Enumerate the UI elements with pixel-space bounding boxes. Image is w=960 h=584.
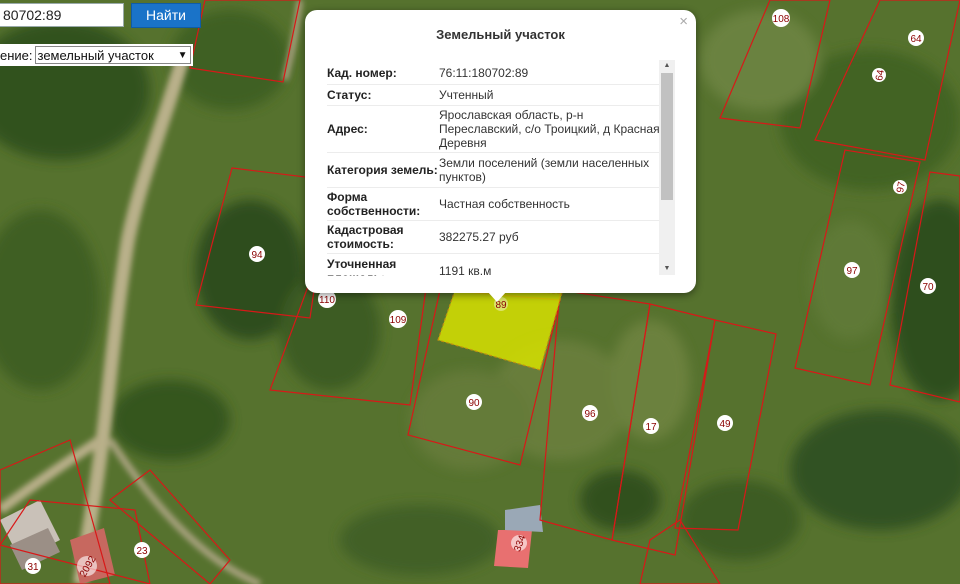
svg-text:96: 96 (584, 409, 596, 420)
parcel-label-49[interactable]: 49 (717, 415, 733, 431)
svg-text:31: 31 (27, 562, 39, 573)
popup-pointer (487, 291, 507, 302)
attr-row: Кад. номер: 76:11:180702:89 (327, 62, 663, 85)
attr-value: Земли поселений (земли населенных пункто… (439, 156, 650, 184)
scroll-up-arrow-icon[interactable]: ▲ (659, 60, 675, 72)
svg-text:23: 23 (136, 546, 148, 557)
popup-title: Земельный участок (436, 27, 565, 42)
attr-row: Форма собственности: Частная собственнос… (327, 188, 663, 221)
scroll-thumb[interactable] (661, 73, 673, 200)
attr-value: Ярославская область, р-н Переславский, с… (439, 108, 660, 150)
layer-select-value: земельный участок (37, 47, 154, 63)
attr-value: 1191 кв.м (439, 264, 492, 276)
popup-attributes-table: Кад. номер: 76:11:180702:89 Статус: Учте… (327, 62, 663, 276)
parcel-label-70[interactable]: 70 (920, 278, 936, 294)
parcel-label-64[interactable]: 64 (908, 30, 924, 46)
attr-value: Частная собственность (439, 197, 570, 211)
attr-key: Кад. номер: (327, 66, 397, 80)
svg-text:109: 109 (390, 315, 407, 326)
attr-row: Кадастровая стоимость: 382275.27 руб (327, 221, 663, 254)
attr-key: Адрес: (327, 122, 368, 136)
attr-row: Категория земель: Земли поселений (земли… (327, 153, 663, 188)
attr-row: Адрес: Ярославская область, р-н Переслав… (327, 106, 663, 153)
svg-text:110: 110 (319, 295, 335, 306)
svg-text:97: 97 (846, 266, 858, 277)
attr-value: 76:11:180702:89 (439, 66, 529, 80)
layer-selector: ение: земельный участок ▼ (0, 44, 193, 66)
cadastral-search-input[interactable] (0, 3, 124, 27)
parcel-label-109[interactable]: 109 (389, 310, 407, 328)
attr-key: Кадастровая стоимость: (327, 223, 404, 251)
svg-text:94: 94 (251, 250, 263, 261)
parcel-label-23[interactable]: 23 (134, 542, 150, 558)
attr-key: Уточненная площадь: (327, 257, 397, 276)
popup-scrollbar[interactable]: ▲ ▼ (659, 60, 675, 275)
attr-key: Статус: (327, 88, 372, 102)
svg-text:64: 64 (910, 34, 922, 45)
find-button[interactable]: Найти (131, 3, 201, 28)
attr-row: Статус: Учтенный (327, 85, 663, 106)
attr-key: Категория земель: (327, 163, 438, 177)
parcel-label-108[interactable]: 108 (772, 9, 790, 27)
svg-text:90: 90 (468, 398, 480, 409)
svg-text:17: 17 (645, 422, 657, 433)
parcel-label-97[interactable]: 97 (844, 262, 860, 278)
svg-text:70: 70 (922, 282, 934, 293)
attr-value: 382275.27 руб (439, 230, 519, 244)
attr-row: Уточненная площадь: 1191 кв.м (327, 254, 663, 276)
parcel-label-31[interactable]: 31 (25, 558, 41, 574)
attr-key: Форма собственности: (327, 190, 421, 218)
parcel-info-popup: × Земельный участок Кад. номер: 76:11:18… (305, 10, 696, 293)
svg-text:108: 108 (773, 14, 790, 25)
scroll-down-arrow-icon[interactable]: ▼ (659, 263, 675, 275)
parcel-label-17[interactable]: 17 (643, 418, 659, 434)
chevron-down-icon: ▼ (177, 49, 188, 61)
parcel-label-94[interactable]: 94 (249, 246, 265, 262)
svg-text:49: 49 (719, 419, 731, 430)
layer-select[interactable]: земельный участок ▼ (34, 46, 191, 64)
attr-value: Учтенный (439, 88, 494, 102)
parcel-label-96[interactable]: 96 (582, 405, 598, 421)
parcel-label-90[interactable]: 90 (466, 394, 482, 410)
layer-selector-label: ение: (0, 47, 33, 63)
